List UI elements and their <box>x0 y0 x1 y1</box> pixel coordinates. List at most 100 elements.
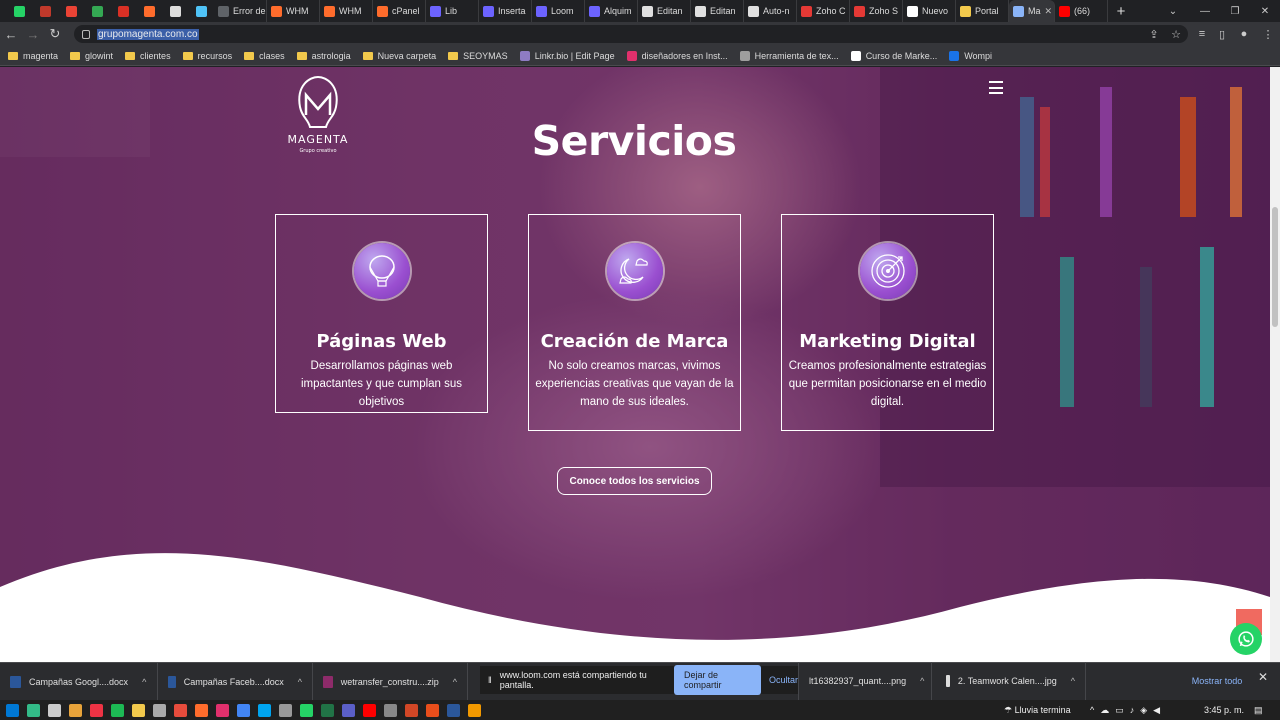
chevron-up-icon[interactable]: ^ <box>1090 705 1094 715</box>
hamburger-menu-icon[interactable] <box>989 81 1003 94</box>
whatsapp-icon[interactable] <box>1230 623 1262 655</box>
page-scrollbar[interactable] <box>1270 67 1280 662</box>
browser-tab[interactable]: Inserta <box>479 0 532 22</box>
browser-tab[interactable]: Nuevo <box>903 0 956 22</box>
browser-tab[interactable]: Lib <box>426 0 479 22</box>
bookmark-item[interactable]: clientes <box>125 51 171 61</box>
volume-icon[interactable]: ◀ <box>1153 705 1160 716</box>
show-all-button[interactable]: Mostrar todo <box>1184 668 1250 694</box>
bookmark-item[interactable]: Linkr.bio | Edit Page <box>519 50 615 61</box>
menu-kebab-icon[interactable]: ⋮ <box>1258 25 1278 43</box>
app-icon[interactable] <box>195 703 208 717</box>
download-item[interactable]: wetransfer_constru....zip ^ <box>313 662 468 701</box>
download-item[interactable]: Campañas Faceb....docx ^ <box>158 662 313 701</box>
spotify-icon[interactable] <box>111 703 124 717</box>
illustrator-icon[interactable] <box>363 703 376 717</box>
close-downloads-icon[interactable]: ✕ <box>1258 670 1268 684</box>
app-icon[interactable] <box>153 703 166 717</box>
chevron-up-icon[interactable]: ^ <box>1071 676 1075 686</box>
bookmark-item[interactable]: SEOYMAS <box>448 51 508 61</box>
maximize-icon[interactable]: ❐ <box>1220 0 1250 22</box>
bookmark-item[interactable]: diseñadores en Inst... <box>626 50 728 61</box>
network-icon[interactable]: ◈ <box>1140 705 1147 716</box>
download-item[interactable]: 2. Teamwork Calen....jpg ^ <box>936 662 1086 700</box>
browser-tab[interactable] <box>162 0 188 22</box>
all-services-button[interactable]: Conoce todos los servicios <box>557 467 712 495</box>
new-tab-button[interactable]: + <box>1108 3 1134 20</box>
bookmark-item[interactable]: glowint <box>70 51 113 61</box>
service-card-web[interactable]: Páginas Web Desarrollamos páginas web im… <box>275 214 488 413</box>
browser-tab[interactable]: Zoho C <box>797 0 850 22</box>
reading-list-icon[interactable]: ≡ <box>1192 25 1212 43</box>
calculator-icon[interactable] <box>279 703 292 717</box>
url-text[interactable]: grupomagenta.com.co <box>97 28 199 40</box>
bookmark-item[interactable]: Curso de Marke... <box>850 50 937 61</box>
scrollbar-thumb[interactable] <box>1272 207 1278 327</box>
bookmark-star-icon[interactable]: ☆ <box>1166 25 1186 43</box>
app-icon[interactable] <box>90 703 103 717</box>
browser-tab[interactable] <box>32 0 58 22</box>
download-item[interactable]: lt16382937_quant....png ^ <box>798 662 932 700</box>
cloud-icon[interactable]: ☁ <box>1100 705 1109 716</box>
battery-icon[interactable]: ▭ <box>1115 705 1124 716</box>
mic-icon[interactable]: ♪ <box>1130 705 1135 715</box>
teams-icon[interactable] <box>342 703 355 717</box>
bookmark-item[interactable]: astrologia <box>296 51 351 61</box>
browser-tab[interactable] <box>84 0 110 22</box>
browser-tab[interactable] <box>188 0 214 22</box>
app-icon[interactable] <box>426 703 439 717</box>
service-card-brand[interactable]: Creación de Marca No solo creamos marcas… <box>528 214 741 431</box>
close-tab-icon[interactable]: ✕ <box>1045 6 1053 17</box>
browser-tab[interactable]: Ma ✕ <box>1009 0 1055 22</box>
store-icon[interactable] <box>48 703 61 717</box>
bookmark-item[interactable]: Wompi <box>949 50 992 61</box>
clock[interactable]: 3:45 p. m. <box>1204 700 1244 720</box>
browser-tab[interactable]: WHM <box>320 0 373 22</box>
service-card-marketing[interactable]: Marketing Digital Creamos profesionalmen… <box>781 214 994 431</box>
chevron-up-icon[interactable]: ^ <box>298 677 302 687</box>
bookmark-item[interactable]: Herramienta de tex... <box>739 50 839 61</box>
browser-tab[interactable]: Error de pr <box>214 0 267 22</box>
vlc-icon[interactable] <box>468 703 481 717</box>
browser-tab[interactable]: Alquim <box>585 0 638 22</box>
lock-icon[interactable] <box>82 29 90 39</box>
chevron-up-icon[interactable]: ^ <box>142 677 146 687</box>
address-bar[interactable]: grupomagenta.com.co <box>74 25 1188 43</box>
browser-tab[interactable]: Portal <box>956 0 1009 22</box>
browser-tab[interactable] <box>136 0 162 22</box>
hide-button[interactable]: Ocultar <box>769 675 798 685</box>
word-icon[interactable] <box>447 703 460 717</box>
app-icon[interactable] <box>258 703 271 717</box>
notifications-icon[interactable]: ▤ <box>1254 700 1263 720</box>
browser-tab[interactable]: cPanel <box>373 0 426 22</box>
settings-icon[interactable] <box>384 703 397 717</box>
edge-icon[interactable] <box>27 703 40 717</box>
browser-tab[interactable]: (66) <box>1055 0 1108 22</box>
browser-tab[interactable]: Auto-n <box>744 0 797 22</box>
reload-icon[interactable]: ↻ <box>44 26 66 42</box>
chevron-up-icon[interactable]: ^ <box>920 676 924 686</box>
app-icon[interactable] <box>69 703 82 717</box>
browser-tab[interactable]: WHM <box>267 0 320 22</box>
bookmark-item[interactable]: recursos <box>182 51 232 61</box>
close-window-icon[interactable]: ✕ <box>1250 0 1280 22</box>
instagram-icon[interactable] <box>216 703 229 717</box>
bookmark-item[interactable]: clases <box>244 51 285 61</box>
bookmark-item[interactable]: magenta <box>8 51 58 61</box>
whatsapp-taskbar-icon[interactable] <box>300 703 313 717</box>
minimize-icon[interactable]: — <box>1190 0 1220 22</box>
weather-widget[interactable]: ☂ Lluvia termina <box>1004 700 1071 720</box>
browser-tab[interactable]: Editan <box>638 0 691 22</box>
bookmark-item[interactable]: Nueva carpeta <box>362 51 436 61</box>
browser-tab[interactable]: Editan <box>691 0 744 22</box>
forward-icon[interactable]: → <box>22 27 44 42</box>
back-icon[interactable]: ← <box>0 27 22 42</box>
browser-tab[interactable] <box>58 0 84 22</box>
profile-avatar[interactable]: ● <box>1234 25 1254 43</box>
tab-search-icon[interactable]: ⌄ <box>1158 0 1188 22</box>
chrome-icon[interactable] <box>237 703 250 717</box>
download-item[interactable]: Campañas Googl....docx ^ <box>0 662 158 701</box>
stop-sharing-button[interactable]: Dejar de compartir <box>673 665 761 695</box>
share-icon[interactable]: ⇪ <box>1144 25 1164 43</box>
sidebar-icon[interactable]: ▯ <box>1212 25 1232 43</box>
